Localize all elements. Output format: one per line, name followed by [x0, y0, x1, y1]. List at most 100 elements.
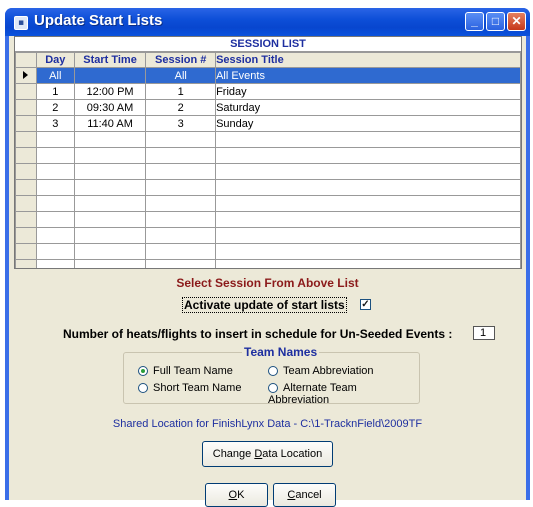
cell-start-time[interactable]: 12:00 PM: [73, 83, 147, 100]
empty-table-row: [15, 163, 521, 180]
empty-cell: [215, 195, 521, 212]
empty-table-row: [15, 195, 521, 212]
table-row[interactable]: All All All Events: [15, 67, 521, 84]
session-list-grid[interactable]: SESSION LIST Day Start Time Session # Se…: [14, 36, 522, 269]
change-data-location-button[interactable]: Change Data Location: [202, 441, 333, 467]
cell-session-title[interactable]: Sunday: [215, 115, 521, 132]
session-list-caption: SESSION LIST: [15, 37, 521, 52]
empty-table-row: [15, 131, 521, 148]
ok-button[interactable]: OK: [205, 483, 268, 507]
close-icon[interactable]: ✕: [507, 12, 526, 31]
empty-cell: [145, 227, 217, 244]
radio-team-abbreviation[interactable]: Team Abbreviation: [268, 365, 374, 377]
row-selector[interactable]: [15, 67, 37, 84]
radio-empty-icon: [268, 366, 278, 376]
cell-session-title[interactable]: All Events: [215, 67, 521, 84]
cell-start-time[interactable]: 09:30 AM: [73, 99, 147, 116]
table-row[interactable]: 1 12:00 PM 1 Friday: [15, 83, 521, 100]
empty-cell: [15, 243, 37, 260]
cancel-button[interactable]: Cancel: [273, 483, 336, 507]
session-rows: All All All Events 1 12:00 PM 1 Friday 2 09:30 A…: [15, 67, 521, 268]
empty-table-row: [15, 147, 521, 164]
empty-cell: [15, 259, 37, 268]
column-header-session-number[interactable]: Session #: [145, 52, 217, 68]
dialog-body: SESSION LIST Day Start Time Session # Se…: [9, 36, 526, 507]
empty-cell: [73, 259, 147, 268]
window-title: Update Start Lists: [34, 12, 163, 29]
column-header-start-time[interactable]: Start Time: [73, 52, 147, 68]
cell-day[interactable]: 2: [35, 99, 75, 116]
empty-cell: [73, 147, 147, 164]
heats-count-input[interactable]: 1: [473, 326, 495, 340]
empty-cell: [215, 243, 521, 260]
empty-cell: [15, 211, 37, 228]
empty-cell: [73, 131, 147, 148]
cell-start-time[interactable]: [73, 67, 147, 84]
radio-alternate-team-abbreviation[interactable]: Alternate Team Abbreviation: [268, 382, 419, 406]
radio-empty-icon: [138, 383, 148, 393]
team-names-group: Team Names Full Team Name Team Abbreviat…: [123, 345, 420, 406]
title-bar[interactable]: ▪ Update Start Lists _ □ ✕: [5, 8, 530, 36]
empty-cell: [145, 243, 217, 260]
empty-cell: [145, 195, 217, 212]
cell-day[interactable]: 1: [35, 83, 75, 100]
empty-cell: [15, 179, 37, 196]
maximize-icon[interactable]: □: [486, 12, 505, 31]
cell-day[interactable]: 3: [35, 115, 75, 132]
empty-cell: [215, 163, 521, 180]
cell-session-title[interactable]: Saturday: [215, 99, 521, 116]
cell-session-number[interactable]: 1: [145, 83, 217, 100]
empty-cell: [145, 163, 217, 180]
column-header-session-title[interactable]: Session Title: [215, 52, 521, 68]
empty-cell: [145, 147, 217, 164]
empty-cell: [73, 179, 147, 196]
radio-full-team-name[interactable]: Full Team Name: [138, 365, 233, 377]
empty-cell: [15, 227, 37, 244]
cell-session-number[interactable]: 3: [145, 115, 217, 132]
table-row[interactable]: 3 11:40 AM 3 Sunday: [15, 115, 521, 132]
empty-table-row: [15, 259, 521, 268]
column-header-day[interactable]: Day: [35, 52, 75, 68]
cell-session-number[interactable]: All: [145, 67, 217, 84]
empty-cell: [145, 179, 217, 196]
empty-cell: [35, 211, 75, 228]
empty-cell: [15, 195, 37, 212]
empty-cell: [73, 227, 147, 244]
minimize-icon[interactable]: _: [465, 12, 484, 31]
empty-cell: [35, 227, 75, 244]
row-selector-header: [15, 52, 37, 68]
radio-selected-icon: [138, 366, 148, 376]
cell-session-title[interactable]: Friday: [215, 83, 521, 100]
row-selector[interactable]: [15, 115, 37, 132]
cell-session-number[interactable]: 2: [145, 99, 217, 116]
empty-cell: [15, 131, 37, 148]
cell-day[interactable]: All: [35, 67, 75, 84]
empty-cell: [215, 179, 521, 196]
empty-cell: [15, 163, 37, 180]
empty-cell: [35, 259, 75, 268]
empty-cell: [145, 211, 217, 228]
empty-cell: [73, 163, 147, 180]
empty-cell: [145, 259, 217, 268]
shared-location-label: Shared Location for FinishLynx Data - C:…: [112, 418, 423, 430]
empty-cell: [215, 259, 521, 268]
select-session-label: Select Session From Above List: [176, 276, 359, 290]
empty-cell: [35, 179, 75, 196]
activate-update-checkbox[interactable]: Activate update of start lists ✓: [182, 297, 371, 313]
empty-cell: [35, 195, 75, 212]
heats-label: Number of heats/flights to insert in sch…: [63, 327, 453, 341]
table-row[interactable]: 2 09:30 AM 2 Saturday: [15, 99, 521, 116]
cell-start-time[interactable]: 11:40 AM: [73, 115, 147, 132]
row-selector[interactable]: [15, 83, 37, 100]
empty-table-row: [15, 227, 521, 244]
update-start-lists-window: ▪ Update Start Lists _ □ ✕ SESSION LIST …: [5, 8, 530, 507]
empty-cell: [35, 147, 75, 164]
radio-short-team-name[interactable]: Short Team Name: [138, 382, 241, 394]
checkbox-check-icon[interactable]: ✓: [360, 299, 371, 310]
current-row-pointer-icon: [23, 70, 28, 79]
empty-cell: [35, 131, 75, 148]
activate-update-label: Activate update of start lists: [182, 297, 347, 313]
row-selector[interactable]: [15, 99, 37, 116]
empty-cell: [215, 147, 521, 164]
empty-table-row: [15, 243, 521, 260]
